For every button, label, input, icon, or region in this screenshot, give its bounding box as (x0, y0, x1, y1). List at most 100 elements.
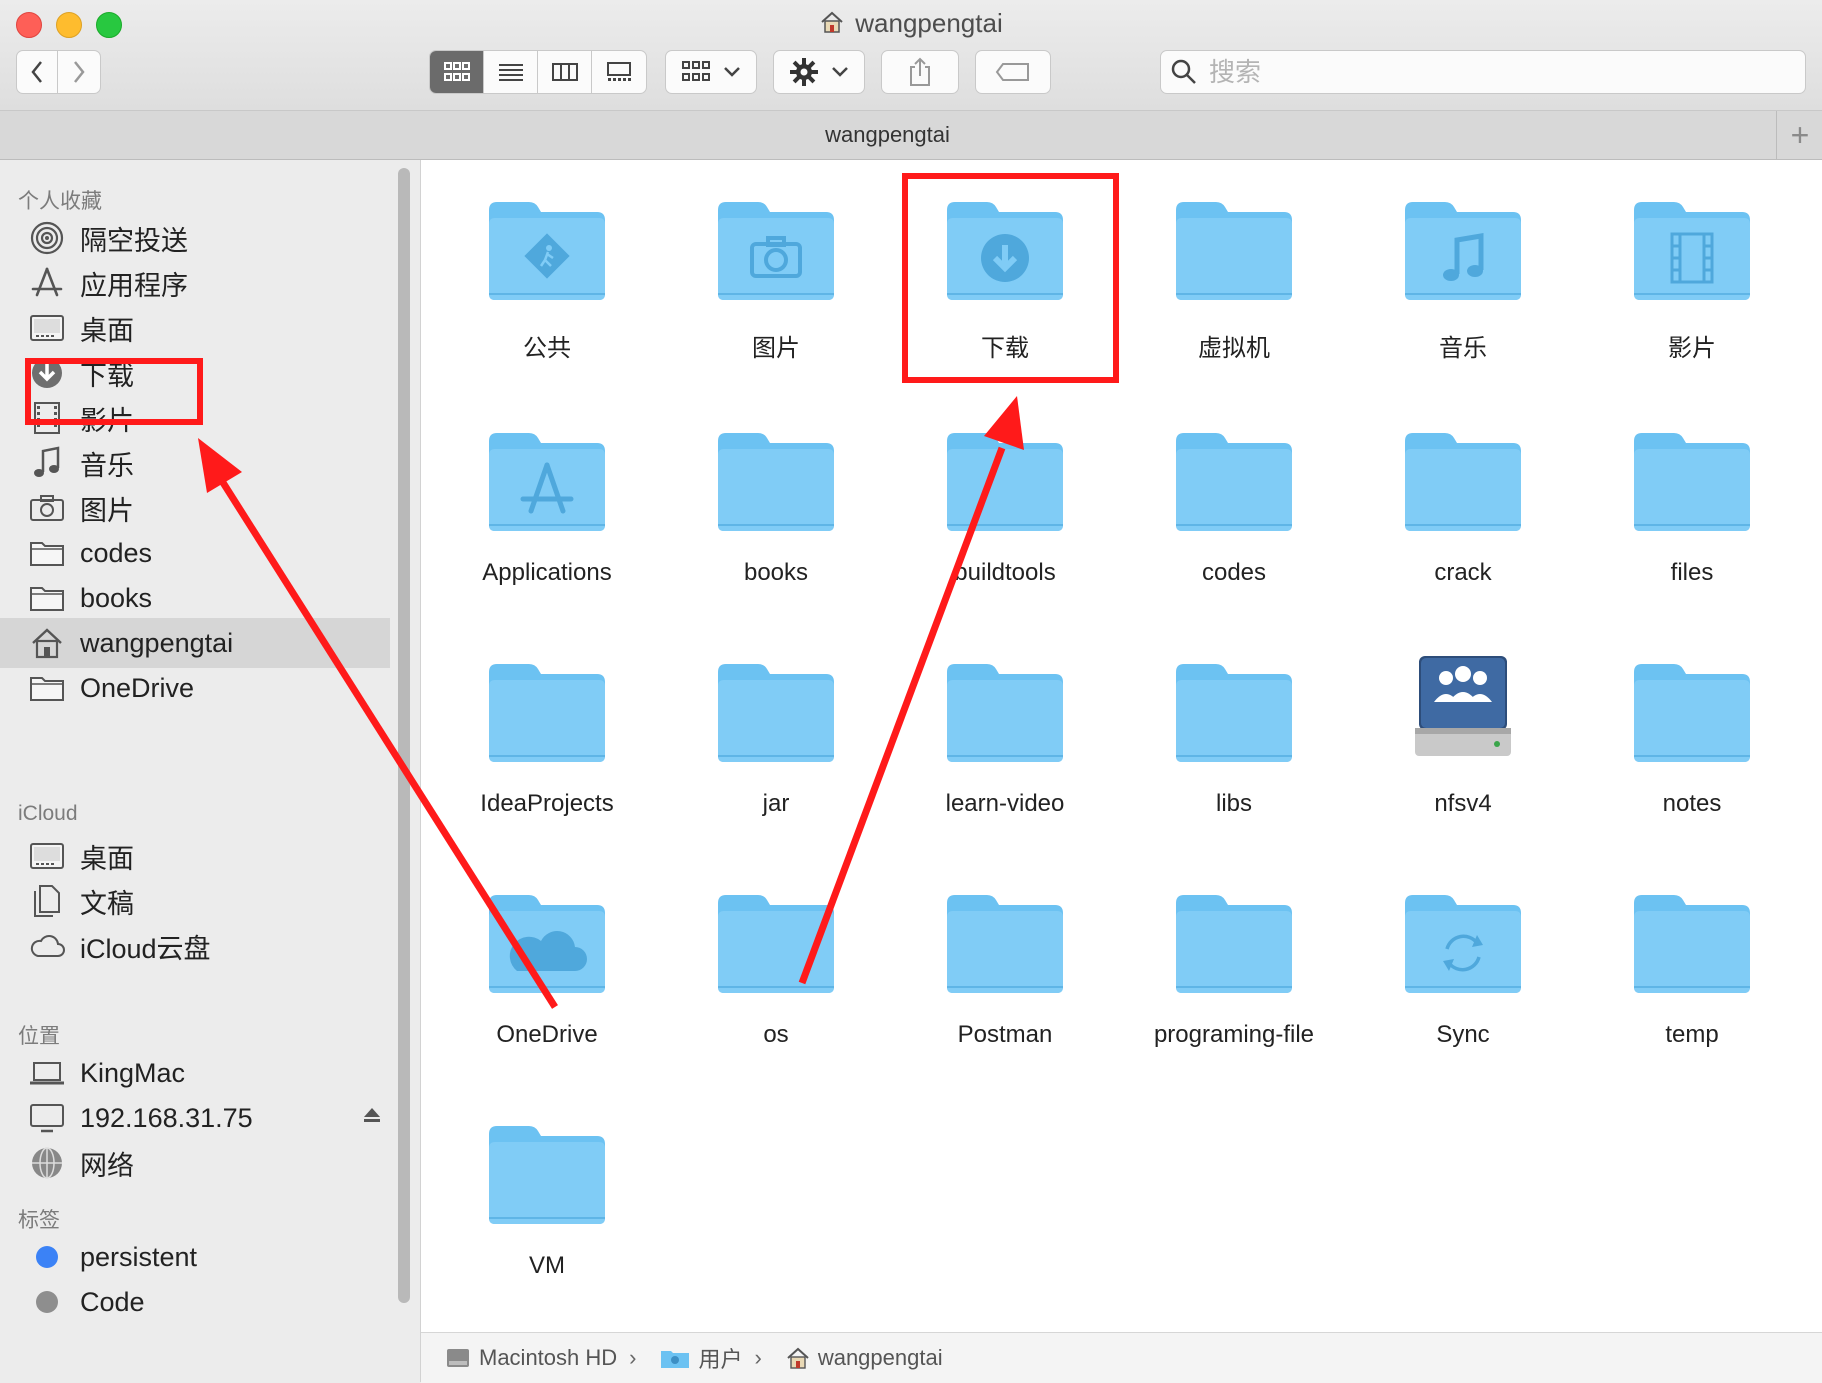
sidebar-item-locations-1[interactable]: 192.168.31.75 (24, 1093, 390, 1143)
sidebar-item-favorites-8[interactable]: books (24, 573, 390, 623)
folder-label: IdeaProjects (480, 790, 614, 817)
search-input[interactable] (1207, 55, 1771, 89)
sidebar-item-favorites-1[interactable]: 应用程序 (24, 258, 390, 308)
share-button[interactable] (881, 50, 959, 94)
folder-item[interactable]: 影片 (1592, 194, 1792, 363)
download-icon (24, 350, 70, 396)
group-by-button[interactable] (665, 50, 757, 94)
folder-item[interactable]: books (676, 425, 876, 587)
sidebar-item-label: wangpengtai (80, 627, 234, 658)
sidebar-scrollbar[interactable] (398, 168, 410, 1303)
folder-item[interactable]: IdeaProjects (447, 656, 647, 818)
folder-item[interactable]: nfsv4 (1363, 656, 1563, 818)
folder-label: notes (1662, 790, 1722, 817)
file-grid: 公共 图片 下载 虚拟机 音乐 影片 Applications books buildtools… (421, 160, 1822, 1332)
grid-group-icon (682, 61, 710, 81)
folder-item[interactable]: 图片 (676, 194, 876, 363)
folder-item[interactable]: Postman (905, 887, 1105, 1049)
sidebar-item-label: OneDrive (80, 672, 195, 703)
new-tab-button[interactable]: + (1776, 111, 1822, 159)
sidebar-item-tags-0[interactable]: persistent (24, 1232, 390, 1282)
sidebar-item-favorites-5[interactable]: 音乐 (24, 438, 390, 488)
path-segment[interactable]: 用户 › (660, 1342, 762, 1374)
sidebar-item-favorites-0[interactable]: 隔空投送 (24, 213, 390, 263)
folder-label: nfsv4 (1434, 790, 1492, 817)
folder-item[interactable]: os (676, 887, 876, 1049)
column-view-button[interactable] (538, 51, 592, 93)
icon-view-button[interactable] (430, 51, 484, 93)
chevron-down-icon (832, 67, 848, 77)
folder-item[interactable]: temp (1592, 887, 1792, 1049)
chevron-left-icon (31, 61, 42, 83)
folder-icon (1630, 425, 1754, 535)
sidebar-item-locations-0[interactable]: KingMac (24, 1048, 390, 1098)
folder-item[interactable]: Sync (1363, 887, 1563, 1049)
list-view-button[interactable] (484, 51, 538, 93)
harddrive-icon (445, 1347, 471, 1369)
folder-label: codes (1201, 559, 1267, 586)
sidebar-item-favorites-3[interactable]: 下载 (24, 348, 390, 398)
folder-item[interactable]: files (1592, 425, 1792, 587)
sidebar-item-icloud-0[interactable]: 桌面 (24, 831, 390, 881)
sidebar-item-favorites-6[interactable]: 图片 (24, 483, 390, 533)
folder-item[interactable]: 音乐 (1363, 194, 1563, 363)
cloud-icon (24, 923, 70, 969)
folder-item[interactable]: notes (1592, 656, 1792, 818)
tags-button[interactable] (975, 50, 1051, 94)
folder-label: 图片 (752, 335, 800, 362)
sidebar-heading-locations: 位置 (18, 1025, 60, 1048)
back-button[interactable] (16, 50, 58, 94)
folder-item[interactable]: OneDrive (447, 887, 647, 1049)
view-mode-selector[interactable] (429, 50, 647, 94)
sidebar-item-icloud-1[interactable]: 文稿 (24, 876, 390, 926)
folder-icon (485, 1118, 609, 1228)
sidebar-item-favorites-2[interactable]: 桌面 (24, 303, 390, 353)
folder-icon (1401, 425, 1525, 535)
folder-item[interactable]: learn-video (905, 656, 1105, 818)
sidebar-item-locations-2[interactable]: 网络 (24, 1138, 390, 1188)
folder-icon (24, 575, 70, 621)
sidebar-item-icloud-2[interactable]: iCloud云盘 (24, 921, 390, 971)
laptop-icon (24, 1050, 70, 1096)
folder-icon (1401, 194, 1525, 304)
tab-wangpengtai[interactable]: wangpengtai (0, 111, 1775, 159)
list-view-icon (498, 64, 523, 81)
folder-label: Sync (1436, 1021, 1490, 1048)
sidebar-item-label: KingMac (80, 1057, 186, 1088)
sidebar-item-label: 文稿 (80, 888, 134, 919)
display-icon (24, 1095, 70, 1141)
folder-label: 音乐 (1439, 335, 1487, 362)
folder-label: OneDrive (496, 1021, 598, 1048)
eject-icon[interactable] (362, 1106, 382, 1130)
folder-item[interactable]: Applications (447, 425, 647, 587)
folder-label: 下载 (981, 335, 1029, 362)
forward-button[interactable] (57, 50, 101, 94)
path-segment[interactable]: Macintosh HD › (445, 1345, 636, 1371)
folder-icon (24, 665, 70, 711)
folder-item[interactable]: crack (1363, 425, 1563, 587)
folder-label: temp (1665, 1021, 1719, 1048)
sidebar-item-tags-1[interactable]: Code (24, 1277, 390, 1327)
folder-item[interactable]: libs (1134, 656, 1334, 818)
folder-icon (485, 656, 609, 766)
folder-item[interactable]: VM (447, 1118, 647, 1280)
sidebar-item-favorites-7[interactable]: codes (24, 528, 390, 578)
path-segment[interactable]: wangpengtai (786, 1345, 943, 1371)
path-separator-icon: › (754, 1345, 762, 1370)
folder-item[interactable]: buildtools (905, 425, 1105, 587)
folder-item[interactable]: 公共 (447, 194, 647, 363)
chevron-right-icon (74, 61, 85, 83)
folder-item[interactable]: codes (1134, 425, 1334, 587)
icon-view-icon (443, 62, 470, 81)
folder-item[interactable]: 下载 (905, 194, 1105, 363)
sidebar-item-favorites-4[interactable]: 影片 (24, 393, 390, 443)
folder-item[interactable]: programing-file (1134, 887, 1334, 1049)
search-field[interactable] (1160, 50, 1806, 94)
action-menu-button[interactable] (773, 50, 865, 94)
gallery-view-button[interactable] (592, 51, 646, 93)
sidebar-item-favorites-10[interactable]: OneDrive (24, 663, 390, 713)
folder-item[interactable]: 虚拟机 (1134, 194, 1334, 363)
column-view-icon (551, 63, 578, 81)
sidebar-item-favorites-9[interactable]: wangpengtai (0, 618, 390, 668)
folder-item[interactable]: jar (676, 656, 876, 818)
